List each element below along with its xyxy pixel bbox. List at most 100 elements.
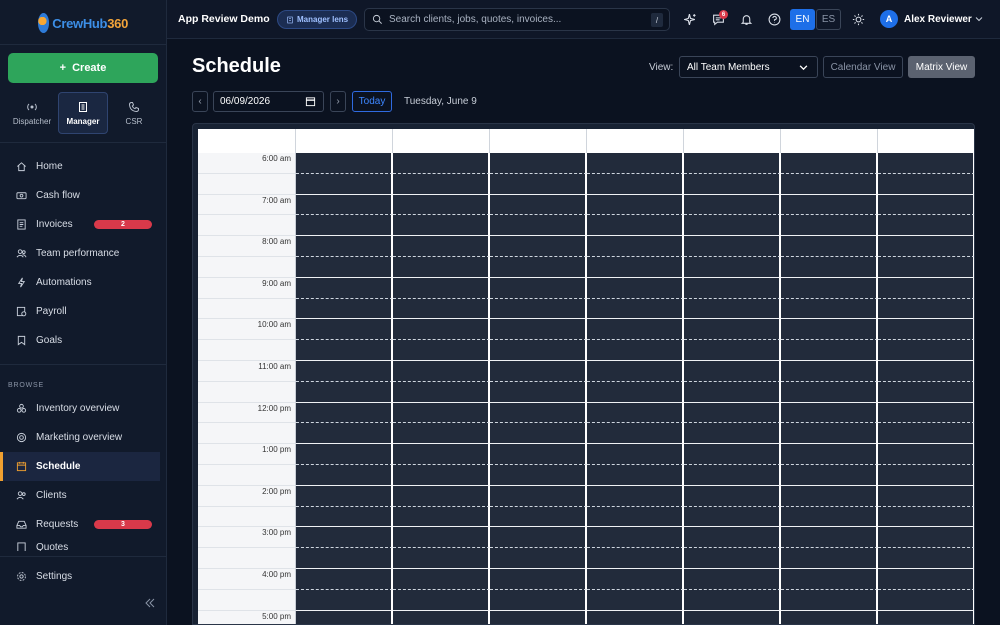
schedule-slot[interactable]: [781, 215, 878, 237]
schedule-slot[interactable]: [490, 589, 587, 611]
schedule-slot[interactable]: [684, 548, 781, 569]
schedule-slot[interactable]: [878, 568, 974, 590]
schedule-slot[interactable]: [393, 402, 490, 424]
theme-toggle-sun-icon[interactable]: [852, 13, 865, 26]
team-member-column-header[interactable]: [490, 129, 587, 153]
schedule-slot[interactable]: [878, 506, 974, 528]
schedule-slot[interactable]: [684, 444, 781, 465]
schedule-slot[interactable]: [393, 527, 490, 549]
schedule-slot[interactable]: [878, 610, 974, 624]
nav-item-invoices[interactable]: Invoices 2: [0, 210, 167, 239]
schedule-slot[interactable]: [684, 506, 781, 528]
schedule-slot[interactable]: [878, 548, 974, 569]
schedule-slot[interactable]: [490, 381, 587, 403]
global-search[interactable]: /: [364, 8, 670, 31]
schedule-slot[interactable]: [393, 194, 490, 216]
schedule-slot[interactable]: [490, 194, 587, 216]
schedule-slot[interactable]: [490, 277, 587, 299]
schedule-slot[interactable]: [684, 402, 781, 424]
chevron-down-icon[interactable]: [975, 15, 983, 23]
schedule-slot[interactable]: [490, 319, 587, 341]
schedule-slot[interactable]: [296, 360, 393, 382]
schedule-slot[interactable]: [393, 153, 490, 174]
schedule-slot[interactable]: [393, 485, 490, 507]
schedule-slot[interactable]: [587, 423, 684, 445]
schedule-slot[interactable]: [296, 527, 393, 549]
schedule-slot[interactable]: [296, 236, 393, 257]
schedule-slot[interactable]: [296, 610, 393, 624]
schedule-slot[interactable]: [393, 173, 490, 195]
schedule-slot[interactable]: [781, 568, 878, 590]
schedule-slot[interactable]: [781, 340, 878, 361]
schedule-slot[interactable]: [393, 319, 490, 341]
schedule-slot[interactable]: [490, 423, 587, 445]
schedule-slot[interactable]: [393, 548, 490, 569]
schedule-slot[interactable]: [490, 548, 587, 569]
schedule-slot[interactable]: [684, 423, 781, 445]
schedule-slot[interactable]: [878, 236, 974, 257]
schedule-slot[interactable]: [587, 506, 684, 528]
schedule-slot[interactable]: [587, 236, 684, 257]
schedule-slot[interactable]: [587, 589, 684, 611]
schedule-slot[interactable]: [878, 194, 974, 216]
nav-item-home[interactable]: Home: [0, 152, 167, 181]
schedule-slot[interactable]: [587, 194, 684, 216]
schedule-slot[interactable]: [296, 173, 393, 195]
schedule-slot[interactable]: [878, 485, 974, 507]
schedule-slot[interactable]: [587, 402, 684, 424]
sparkle-icon[interactable]: [684, 13, 697, 26]
schedule-slot[interactable]: [296, 402, 393, 424]
schedule-slot[interactable]: [684, 381, 781, 403]
nav-item-payroll[interactable]: Payroll: [0, 297, 167, 326]
schedule-slot[interactable]: [587, 319, 684, 341]
schedule-slot[interactable]: [878, 173, 974, 195]
user-name[interactable]: Alex Reviewer: [904, 14, 972, 25]
matrix-view-button[interactable]: Matrix View: [908, 56, 975, 78]
schedule-slot[interactable]: [296, 194, 393, 216]
date-picker-input[interactable]: 06/09/2026: [213, 91, 324, 112]
schedule-slot[interactable]: [684, 589, 781, 611]
schedule-slot[interactable]: [490, 506, 587, 528]
schedule-slot[interactable]: [684, 153, 781, 174]
schedule-slot[interactable]: [296, 568, 393, 590]
search-input[interactable]: [389, 14, 639, 25]
schedule-slot[interactable]: [878, 277, 974, 299]
schedule-slot[interactable]: [781, 485, 878, 507]
schedule-slot[interactable]: [878, 423, 974, 445]
schedule-slot[interactable]: [490, 256, 587, 278]
schedule-slot[interactable]: [781, 153, 878, 174]
nav-item-clients[interactable]: Clients: [0, 481, 167, 510]
schedule-slot[interactable]: [587, 277, 684, 299]
org-name[interactable]: App Review Demo: [178, 13, 270, 25]
schedule-slot[interactable]: [684, 215, 781, 237]
schedule-slot[interactable]: [296, 153, 393, 174]
schedule-slot[interactable]: [490, 340, 587, 361]
schedule-slot[interactable]: [490, 360, 587, 382]
schedule-slot[interactable]: [393, 215, 490, 237]
schedule-slot[interactable]: [490, 236, 587, 257]
schedule-slot[interactable]: [684, 527, 781, 549]
schedule-slot[interactable]: [490, 444, 587, 465]
nav-item-inventory-overview[interactable]: Inventory overview: [0, 394, 167, 423]
schedule-slot[interactable]: [878, 319, 974, 341]
schedule-slot[interactable]: [587, 610, 684, 624]
schedule-slot[interactable]: [296, 444, 393, 465]
schedule-slot[interactable]: [296, 215, 393, 237]
schedule-slot[interactable]: [587, 548, 684, 569]
nav-item-cash-flow[interactable]: Cash flow: [0, 181, 167, 210]
lens-dispatcher[interactable]: Dispatcher: [8, 92, 56, 134]
schedule-slot[interactable]: [393, 298, 490, 320]
calendar-view-button[interactable]: Calendar View: [823, 56, 903, 78]
user-avatar[interactable]: A: [880, 10, 898, 28]
schedule-slot[interactable]: [878, 298, 974, 320]
schedule-slot[interactable]: [878, 444, 974, 465]
schedule-slot[interactable]: [393, 277, 490, 299]
schedule-slot[interactable]: [490, 402, 587, 424]
schedule-slot[interactable]: [781, 527, 878, 549]
schedule-slot[interactable]: [393, 360, 490, 382]
schedule-slot[interactable]: [684, 194, 781, 216]
schedule-slot[interactable]: [781, 589, 878, 611]
schedule-slot[interactable]: [393, 381, 490, 403]
schedule-slot[interactable]: [490, 485, 587, 507]
bell-icon[interactable]: [740, 13, 753, 26]
